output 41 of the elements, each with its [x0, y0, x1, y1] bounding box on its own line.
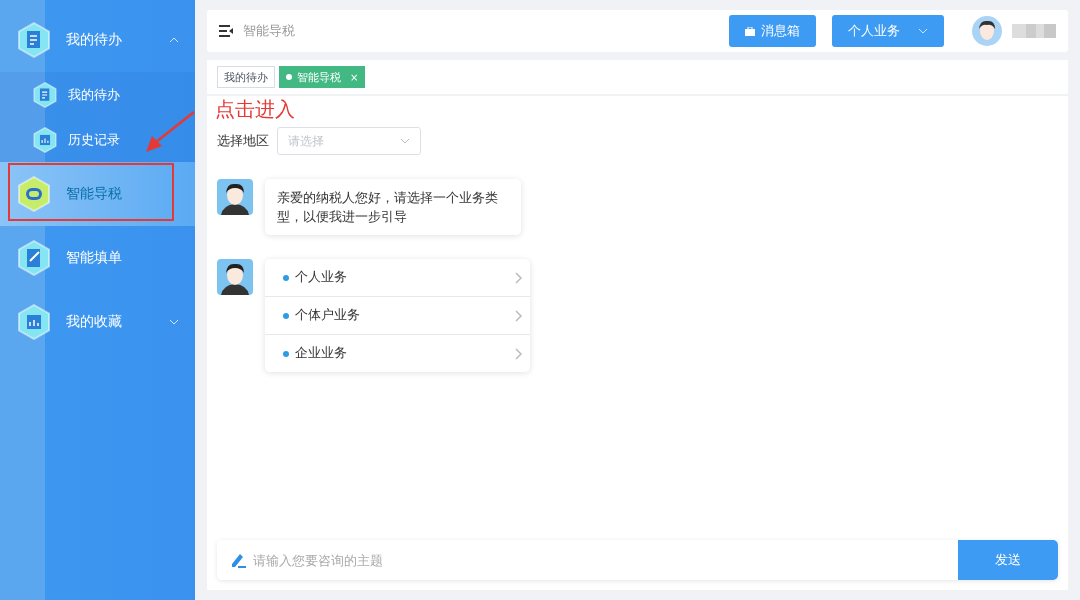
bullet-icon [283, 312, 289, 319]
sidebar-item[interactable]: 我的待办 [0, 72, 195, 117]
inbox-button[interactable]: 消息箱 [729, 15, 816, 47]
briefcase-icon [745, 26, 755, 36]
avatar-icon[interactable] [972, 16, 1002, 46]
robot-icon [16, 176, 52, 212]
tab[interactable]: 智能导税 × [279, 66, 366, 88]
blurred-username [1012, 24, 1056, 38]
tab[interactable]: 我的待办 [217, 66, 275, 88]
sidebar-item[interactable]: 我的待办 [0, 8, 195, 72]
menu-icon[interactable] [219, 25, 233, 37]
dot-icon [286, 74, 292, 80]
bullet-icon [283, 350, 289, 357]
caret-icon [400, 138, 410, 144]
caret-icon [918, 28, 928, 34]
close-icon[interactable]: × [350, 71, 359, 83]
option-item[interactable]: 个人业务 [265, 259, 530, 296]
region-label: 选择地区 [217, 132, 269, 150]
sidebar-item[interactable]: 我的收藏 [0, 290, 195, 354]
send-button[interactable]: 发送 [958, 540, 1058, 580]
option-item[interactable]: 企业业务 [265, 334, 530, 372]
chat-bubble: 亲爱的纳税人您好，请选择一个业务类型，以便我进一步引导 [265, 179, 521, 235]
bullet-icon [283, 274, 289, 281]
page-title: 智能导税 [243, 22, 296, 40]
avatar-icon [217, 179, 253, 215]
annotation-text: 点击进入 [215, 96, 295, 123]
chevron-icon [515, 347, 522, 360]
message-input[interactable]: 请输入您要咨询的主题 [217, 540, 958, 580]
arrow-annotation [144, 110, 196, 154]
sidebar-item[interactable]: 智能填单 [0, 226, 195, 290]
chevron-icon [515, 309, 522, 322]
region-select[interactable]: 请选择 [277, 127, 421, 155]
avatar-icon [217, 259, 253, 295]
option-item[interactable]: 个体户业务 [265, 296, 530, 334]
business-select[interactable]: 个人业务 [832, 15, 944, 47]
document-icon [16, 22, 52, 58]
document-icon [32, 81, 58, 108]
sidebar-item[interactable]: 历史记录 [0, 117, 195, 162]
chevron-icon [515, 271, 522, 284]
form-icon [16, 240, 52, 276]
sidebar-item[interactable]: 智能导税 [0, 162, 195, 226]
